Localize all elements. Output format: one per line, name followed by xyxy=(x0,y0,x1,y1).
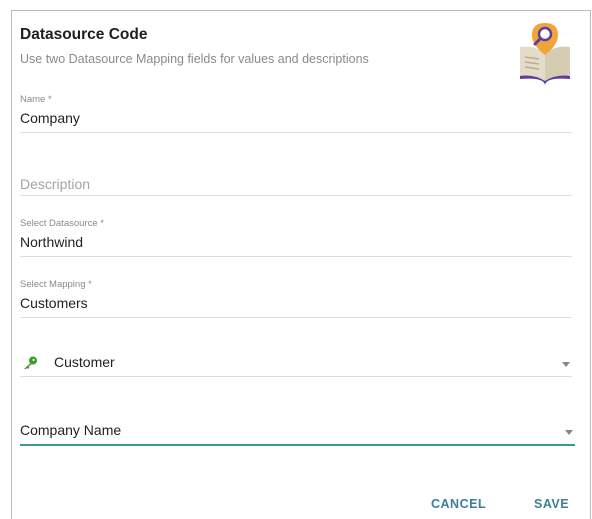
select-datasource-label: Select Datasource * xyxy=(20,218,104,229)
description-underline xyxy=(20,195,572,196)
description-field-dropdown-icon[interactable] xyxy=(565,430,573,435)
select-mapping-label: Select Mapping * xyxy=(20,279,92,290)
save-button[interactable]: SAVE xyxy=(534,497,569,511)
cancel-button[interactable]: CANCEL xyxy=(431,497,486,511)
description-field-focus-underline xyxy=(20,444,575,446)
select-mapping-value[interactable]: Customers xyxy=(20,295,572,311)
book-search-logo-icon xyxy=(520,23,570,85)
key-field-value[interactable]: Customer xyxy=(54,354,115,370)
name-value[interactable]: Company xyxy=(20,110,572,126)
key-field-dropdown-icon[interactable] xyxy=(562,362,570,367)
dialog-subtitle: Use two Datasource Mapping fields for va… xyxy=(20,52,369,66)
key-field-underline xyxy=(20,376,572,377)
description-placeholder[interactable]: Description xyxy=(20,176,572,192)
description-field-select[interactable]: Company Name xyxy=(20,422,575,446)
key-icon xyxy=(24,356,37,369)
select-mapping-field[interactable]: Select Mapping * Customers xyxy=(20,279,572,319)
description-field-value[interactable]: Company Name xyxy=(20,422,575,438)
description-field[interactable]: Description xyxy=(20,176,572,198)
dialog-title: Datasource Code xyxy=(20,26,148,43)
name-field[interactable]: Name * Company xyxy=(20,94,572,134)
select-datasource-value[interactable]: Northwind xyxy=(20,234,572,250)
name-label: Name * xyxy=(20,94,52,105)
select-datasource-field[interactable]: Select Datasource * Northwind xyxy=(20,218,572,258)
name-underline xyxy=(20,132,572,133)
select-datasource-underline xyxy=(20,256,572,257)
key-field-select[interactable]: Customer xyxy=(20,354,572,378)
select-mapping-underline xyxy=(20,317,572,318)
